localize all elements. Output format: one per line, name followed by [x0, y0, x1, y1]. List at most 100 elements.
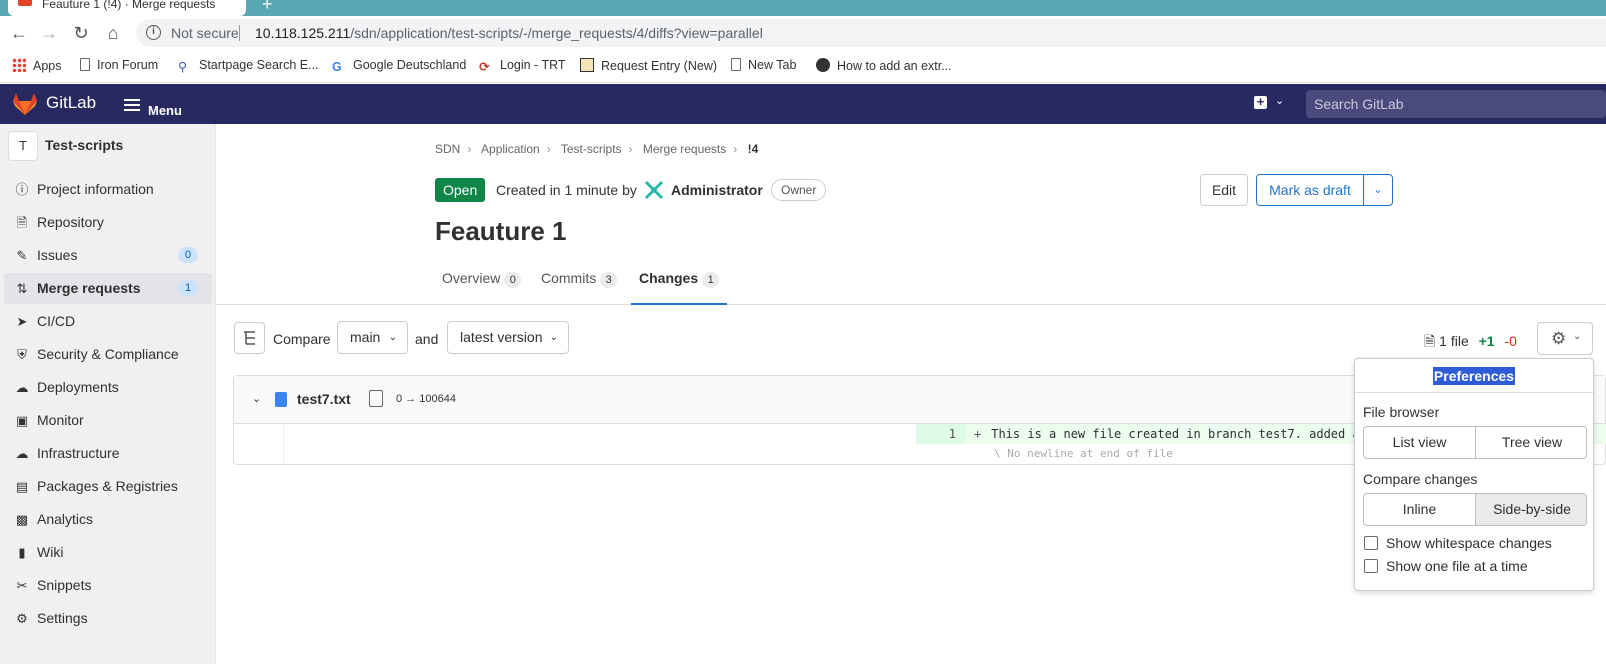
- tab-overview[interactable]: Overview 0: [442, 270, 522, 305]
- bookmark-new-tab[interactable]: New Tab: [731, 58, 796, 72]
- sidebar-item-packages[interactable]: ▤ Packages & Registries: [4, 471, 212, 502]
- tab-changes[interactable]: Changes 1: [631, 270, 728, 305]
- toggle-file-tree-button[interactable]: [234, 322, 265, 354]
- bookmark-startpage[interactable]: ⚲ Startpage Search E...: [178, 58, 319, 74]
- shield-icon: ⛨: [17, 347, 27, 362]
- breadcrumb-item[interactable]: Application: [481, 142, 540, 156]
- breadcrumb-item[interactable]: SDN: [435, 142, 460, 156]
- sidebar-item-issues[interactable]: ✎ Issues 0: [4, 240, 212, 271]
- sidebar-item-wiki[interactable]: ▮ Wiki: [4, 537, 212, 568]
- sidebar-item-ci-cd[interactable]: ➤ CI/CD: [4, 306, 212, 337]
- bookmark-label: Google Deutschland: [353, 58, 467, 72]
- sidebar-item-label: Project information: [37, 181, 154, 197]
- bookmark-label: Request Entry (New): [601, 59, 718, 73]
- bookmark-login-trt[interactable]: ⟳ Login - TRT: [479, 58, 566, 74]
- bookmark-label: Startpage Search E...: [199, 58, 319, 72]
- collapse-chevron-icon[interactable]: ⌄: [252, 392, 261, 405]
- sidebar-item-project-information[interactable]: ⓘ Project information: [4, 174, 212, 205]
- lines-added: +1: [1478, 333, 1495, 349]
- browser-tab[interactable]: Feauture 1 (!4) · Merge requests: [8, 0, 246, 16]
- bookmark-label: Iron Forum: [97, 58, 159, 72]
- one-file-at-a-time-checkbox[interactable]: Show one file at a time: [1364, 558, 1528, 574]
- url-path: /sdn/application/test-scripts/-/merge_re…: [350, 25, 763, 41]
- sidebar-item-monitor[interactable]: ▣ Monitor: [4, 405, 212, 436]
- gitlab-brand[interactable]: GitLab: [46, 93, 96, 113]
- omnibox-divider: [239, 25, 240, 41]
- home-icon[interactable]: ⌂: [102, 22, 124, 44]
- target-version-dropdown[interactable]: latest version ⌄: [447, 321, 569, 354]
- chevron-down-icon[interactable]: ⌄: [1363, 174, 1393, 206]
- sidebar-item-label: Wiki: [37, 544, 64, 560]
- rocket-icon: ➤: [16, 314, 28, 329]
- sidebar-item-repository[interactable]: 🗎 Repository: [4, 207, 212, 238]
- not-secure-label: Not secure: [171, 25, 239, 41]
- info-icon[interactable]: i: [146, 25, 161, 40]
- sidebar-item-merge-requests[interactable]: ⇅ Merge requests 1: [4, 273, 212, 304]
- sidebar-item-infrastructure[interactable]: ☁ Infrastructure: [4, 438, 212, 469]
- and-label: and: [415, 331, 439, 347]
- tab-count: 0: [504, 272, 522, 288]
- checkbox-icon: [1364, 559, 1378, 573]
- compare-changes-toggle: Inline Side-by-side: [1363, 493, 1587, 526]
- sidebar-item-settings[interactable]: ⚙ Settings: [4, 603, 212, 634]
- chevron-down-icon: ⌄: [1573, 331, 1582, 342]
- edit-button[interactable]: Edit: [1200, 174, 1248, 206]
- inline-button[interactable]: Inline: [1364, 494, 1476, 525]
- bookmark-how-to[interactable]: How to add an extr...: [816, 58, 952, 73]
- back-icon[interactable]: ←: [8, 22, 30, 44]
- file-name[interactable]: test7.txt: [297, 391, 351, 407]
- issues-count-badge: 0: [178, 247, 198, 263]
- avatar[interactable]: [643, 179, 665, 201]
- breadcrumb-item[interactable]: Merge requests: [643, 142, 726, 156]
- book-icon: ▮: [18, 545, 26, 560]
- files-count: 1 file: [1439, 333, 1469, 349]
- author-name[interactable]: Administrator: [671, 182, 763, 198]
- diff-preferences-button[interactable]: ⚙ ⌄: [1537, 322, 1593, 355]
- search-input[interactable]: Search GitLab: [1306, 90, 1606, 118]
- bookmark-apps[interactable]: Apps: [12, 58, 62, 73]
- forward-icon[interactable]: →: [38, 22, 60, 44]
- sidebar-item-deployments[interactable]: ☁ Deployments: [4, 372, 212, 403]
- text-file-icon: [275, 392, 287, 407]
- gitlab-favicon-icon: [18, 0, 32, 6]
- browser-tab-title: Feauture 1 (!4) · Merge requests: [42, 0, 216, 11]
- side-by-side-button[interactable]: Side-by-side: [1476, 494, 1586, 525]
- bookmark-iron-forum[interactable]: Iron Forum: [80, 58, 158, 72]
- chevron-down-icon: ⌄: [549, 332, 558, 343]
- new-tab-icon[interactable]: +: [262, 0, 273, 15]
- page-icon: [80, 58, 90, 71]
- file-mode-change: 0 → 100644: [396, 393, 456, 405]
- bookmark-label: How to add an extr...: [837, 59, 952, 73]
- startpage-search-icon: ⚲: [178, 60, 188, 74]
- breadcrumb-chevron-icon: ›: [628, 142, 633, 156]
- new-item-icon[interactable]: +: [1254, 95, 1267, 109]
- bookmark-google[interactable]: G Google Deutschland: [332, 58, 466, 74]
- mark-as-draft-button[interactable]: Mark as draft: [1256, 174, 1364, 206]
- breadcrumb-item[interactable]: Test-scripts: [561, 142, 622, 156]
- copy-icon[interactable]: [369, 390, 383, 407]
- bookmarks-bar: Apps Iron Forum ⚲ Startpage Search E... G…: [0, 51, 1606, 83]
- sidebar-item-label: Snippets: [37, 577, 92, 593]
- sidebar-item-snippets[interactable]: ✂ Snippets: [4, 570, 212, 601]
- dropdown-value: main: [350, 329, 381, 345]
- tab-label: Changes: [639, 270, 699, 286]
- breadcrumb-item[interactable]: !4: [748, 142, 759, 156]
- sidebar-item-security[interactable]: ⛨ Security & Compliance: [4, 339, 212, 370]
- gitlab-logo-icon[interactable]: [12, 92, 38, 116]
- reload-icon[interactable]: ↻: [70, 22, 92, 44]
- request-entry-icon: [580, 58, 594, 72]
- url-field[interactable]: i Not secure 10.118.125.211/sdn/applicat…: [136, 19, 1606, 47]
- show-whitespace-checkbox[interactable]: Show whitespace changes: [1364, 535, 1552, 551]
- sidebar-item-label: Merge requests: [37, 280, 141, 296]
- project-avatar: T: [8, 131, 38, 161]
- tree-view-button[interactable]: Tree view: [1476, 427, 1586, 458]
- chevron-down-icon[interactable]: ⌄: [1275, 94, 1284, 107]
- list-view-button[interactable]: List view: [1364, 427, 1476, 458]
- source-branch-dropdown[interactable]: main ⌄: [337, 321, 408, 354]
- sidebar-item-analytics[interactable]: ▩ Analytics: [4, 504, 212, 535]
- tab-commits[interactable]: Commits 3: [541, 270, 618, 305]
- bookmark-request-entry[interactable]: Request Entry (New): [580, 58, 717, 73]
- new-line-number[interactable]: 1: [916, 424, 966, 444]
- added-line-text: This is a new file created in branch tes…: [991, 427, 1375, 441]
- menu-button[interactable]: Menu: [124, 96, 182, 118]
